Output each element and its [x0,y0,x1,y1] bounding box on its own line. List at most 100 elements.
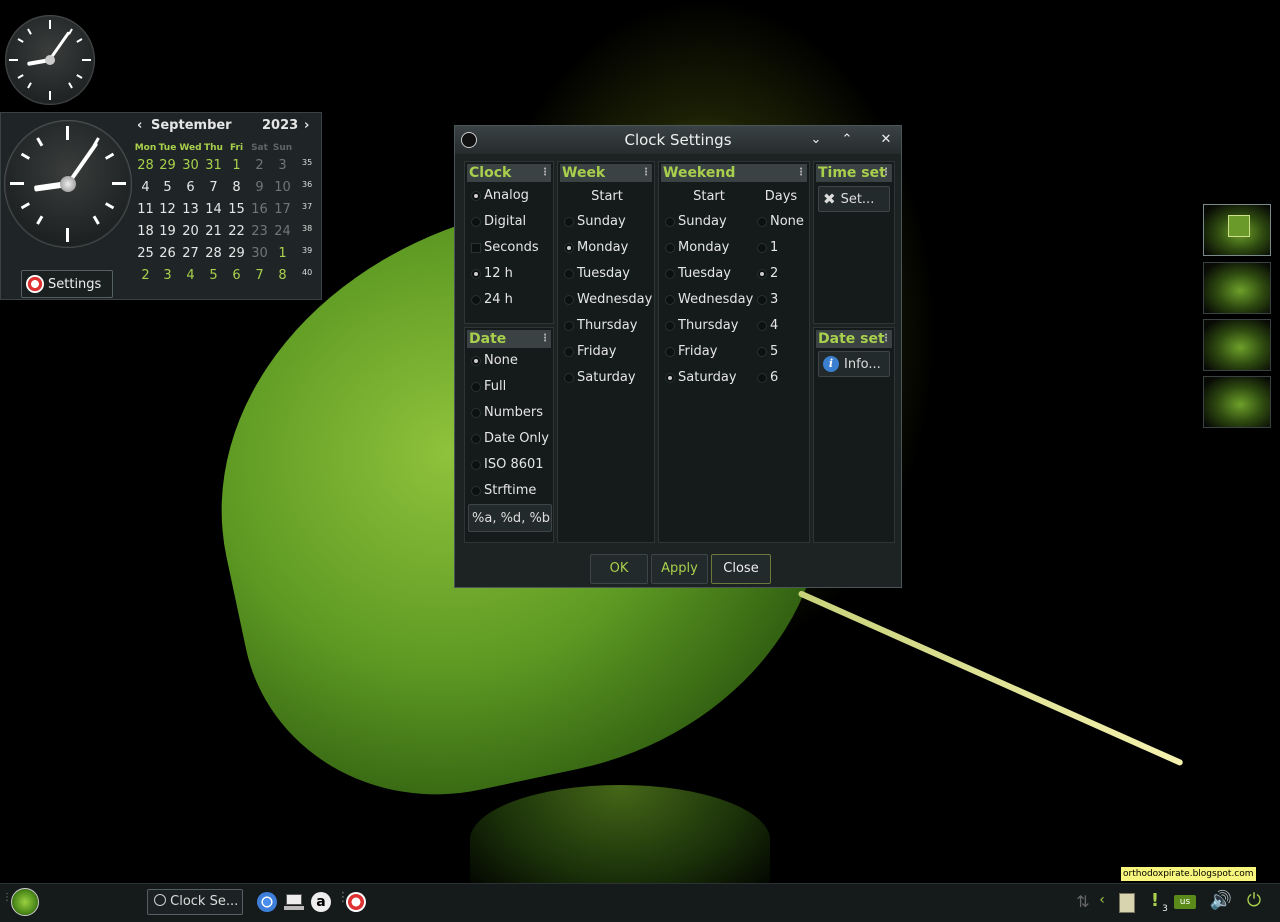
network-icon[interactable]: ⇅ [1073,892,1093,911]
clipboard-icon[interactable] [1117,891,1137,913]
calendar-day[interactable]: 13 [179,199,202,221]
calendar-day[interactable]: 10 [271,177,294,199]
calendar-day[interactable]: 8 [225,177,248,199]
day-name: Wed [179,143,202,153]
calendar-day[interactable]: 20 [179,221,202,243]
radio-icon [665,269,675,279]
workspace-2[interactable] [1203,262,1271,314]
calendar-day[interactable]: 4 [134,177,157,199]
calendar-day[interactable]: 15 [225,199,248,221]
clock-group-title: Clock ⋮ [467,164,551,182]
week-number: 37 [302,202,313,211]
calendar-day[interactable]: 5 [156,177,179,199]
calendar-day[interactable]: 6 [179,177,202,199]
calendar-day[interactable]: 29 [225,243,248,265]
calendar-day[interactable]: 2 [248,155,271,177]
weekend-start-label: Start [693,189,725,204]
radio-icon [471,382,481,392]
calendar-day[interactable]: 30 [248,243,271,265]
calendar-day[interactable]: 25 [134,243,157,265]
weekend-group-title: Weekend ⋮ [661,164,807,182]
week-number: 40 [302,268,313,277]
notification-icon[interactable]: ! [1150,890,1160,911]
calendar-day[interactable]: 3 [156,265,179,287]
calendar-day[interactable]: 1 [271,243,294,265]
clock-icon [154,894,166,906]
calendar-settings-button[interactable]: Settings [21,270,113,298]
date-format-field[interactable]: %a, %d, %b [468,504,552,532]
next-month-button[interactable]: › [304,118,309,133]
calendar-day[interactable]: 29 [156,155,179,177]
radio-icon [471,486,481,496]
volume-icon[interactable]: 🔊 [1208,890,1234,911]
day-name: Fri [229,143,244,153]
calendar-day[interactable]: 23 [248,221,271,243]
calendar-day[interactable]: 31 [202,155,225,177]
calendar-day[interactable]: 7 [202,177,225,199]
option-label: Sunday [678,214,727,229]
option-label: Saturday [678,370,737,385]
settings-label: Settings [48,276,102,292]
close-button[interactable]: Close [711,554,771,584]
week-start-label: Start [591,189,623,204]
close-window-button[interactable]: ✕ [877,130,895,150]
calendar-day[interactable]: 7 [248,265,271,287]
calendar-day[interactable]: 21 [202,221,225,243]
date-set-info-button[interactable]: i Info... [818,351,890,377]
calendar-day[interactable]: 8 [271,265,294,287]
power-icon[interactable]: ⏻ [1242,890,1266,911]
radio-icon [757,373,767,383]
calendar-day[interactable]: 14 [202,199,225,221]
ok-button[interactable]: OK [590,554,648,584]
calendar-day[interactable]: 28 [202,243,225,265]
weekend-group-title-text: Weekend [663,165,736,181]
time-set-button[interactable]: ✖ Set... [818,186,890,212]
minimize-button[interactable]: ⌄ [807,130,825,150]
calendar-day[interactable]: 30 [179,155,202,177]
calendar-day[interactable]: 27 [179,243,202,265]
chevron-left-icon[interactable]: ‹ [1097,892,1107,908]
workspace-3[interactable] [1203,319,1271,371]
calendar-day[interactable]: 9 [248,177,271,199]
apply-button[interactable]: Apply [651,554,708,584]
file-manager-icon[interactable] [284,892,304,912]
date-group-title: Date ⋮ [467,330,551,348]
workspace-4[interactable] [1203,376,1271,428]
calendar-day[interactable]: 24 [271,221,294,243]
calendar-day[interactable]: 6 [225,265,248,287]
calendar-day[interactable]: 28 [134,155,157,177]
prev-month-button[interactable]: ‹ [137,118,142,133]
calendar-day[interactable]: 12 [156,199,179,221]
calendar-day[interactable]: 22 [225,221,248,243]
calendar-day[interactable]: 11 [134,199,157,221]
calendar-day[interactable]: 5 [202,265,225,287]
calendar-day[interactable]: 4 [179,265,202,287]
option-label: Seconds [484,240,539,255]
keyboard-layout-indicator[interactable]: us [1174,895,1196,909]
radio-icon [564,347,574,357]
calendar-day[interactable]: 18 [134,221,157,243]
settings-gear-icon[interactable] [346,892,366,912]
option-label: Monday [577,240,629,255]
menu-leaf-icon[interactable] [11,888,39,916]
chromium-icon[interactable] [257,892,277,912]
calendar-day[interactable]: 1 [225,155,248,177]
calendar-day[interactable]: 17 [271,199,294,221]
clock-group-title-text: Clock [469,165,512,181]
maximize-button[interactable]: ⌃ [838,130,856,150]
dialog-titlebar[interactable]: Clock Settings ⌄ ⌃ ✕ [455,126,901,154]
amazon-icon[interactable]: a [311,892,331,912]
checkbox-icon [471,243,481,253]
calendar-day[interactable]: 2 [134,265,157,287]
calendar-day[interactable]: 26 [156,243,179,265]
calendar-day[interactable]: 19 [156,221,179,243]
calendar-year: 2023 [262,118,299,133]
calendar-day[interactable]: 16 [248,199,271,221]
workspace-1[interactable] [1203,204,1271,256]
calendar-day[interactable]: 3 [271,155,294,177]
taskbar-clock-settings-task[interactable]: Clock Se... [147,889,243,915]
option-label: Date Only [484,431,549,446]
week-number: 39 [302,246,313,255]
gear-icon [26,275,44,293]
calendar-day-names: Mon Tue Wed Thu Fri Sat Sun [134,141,322,155]
